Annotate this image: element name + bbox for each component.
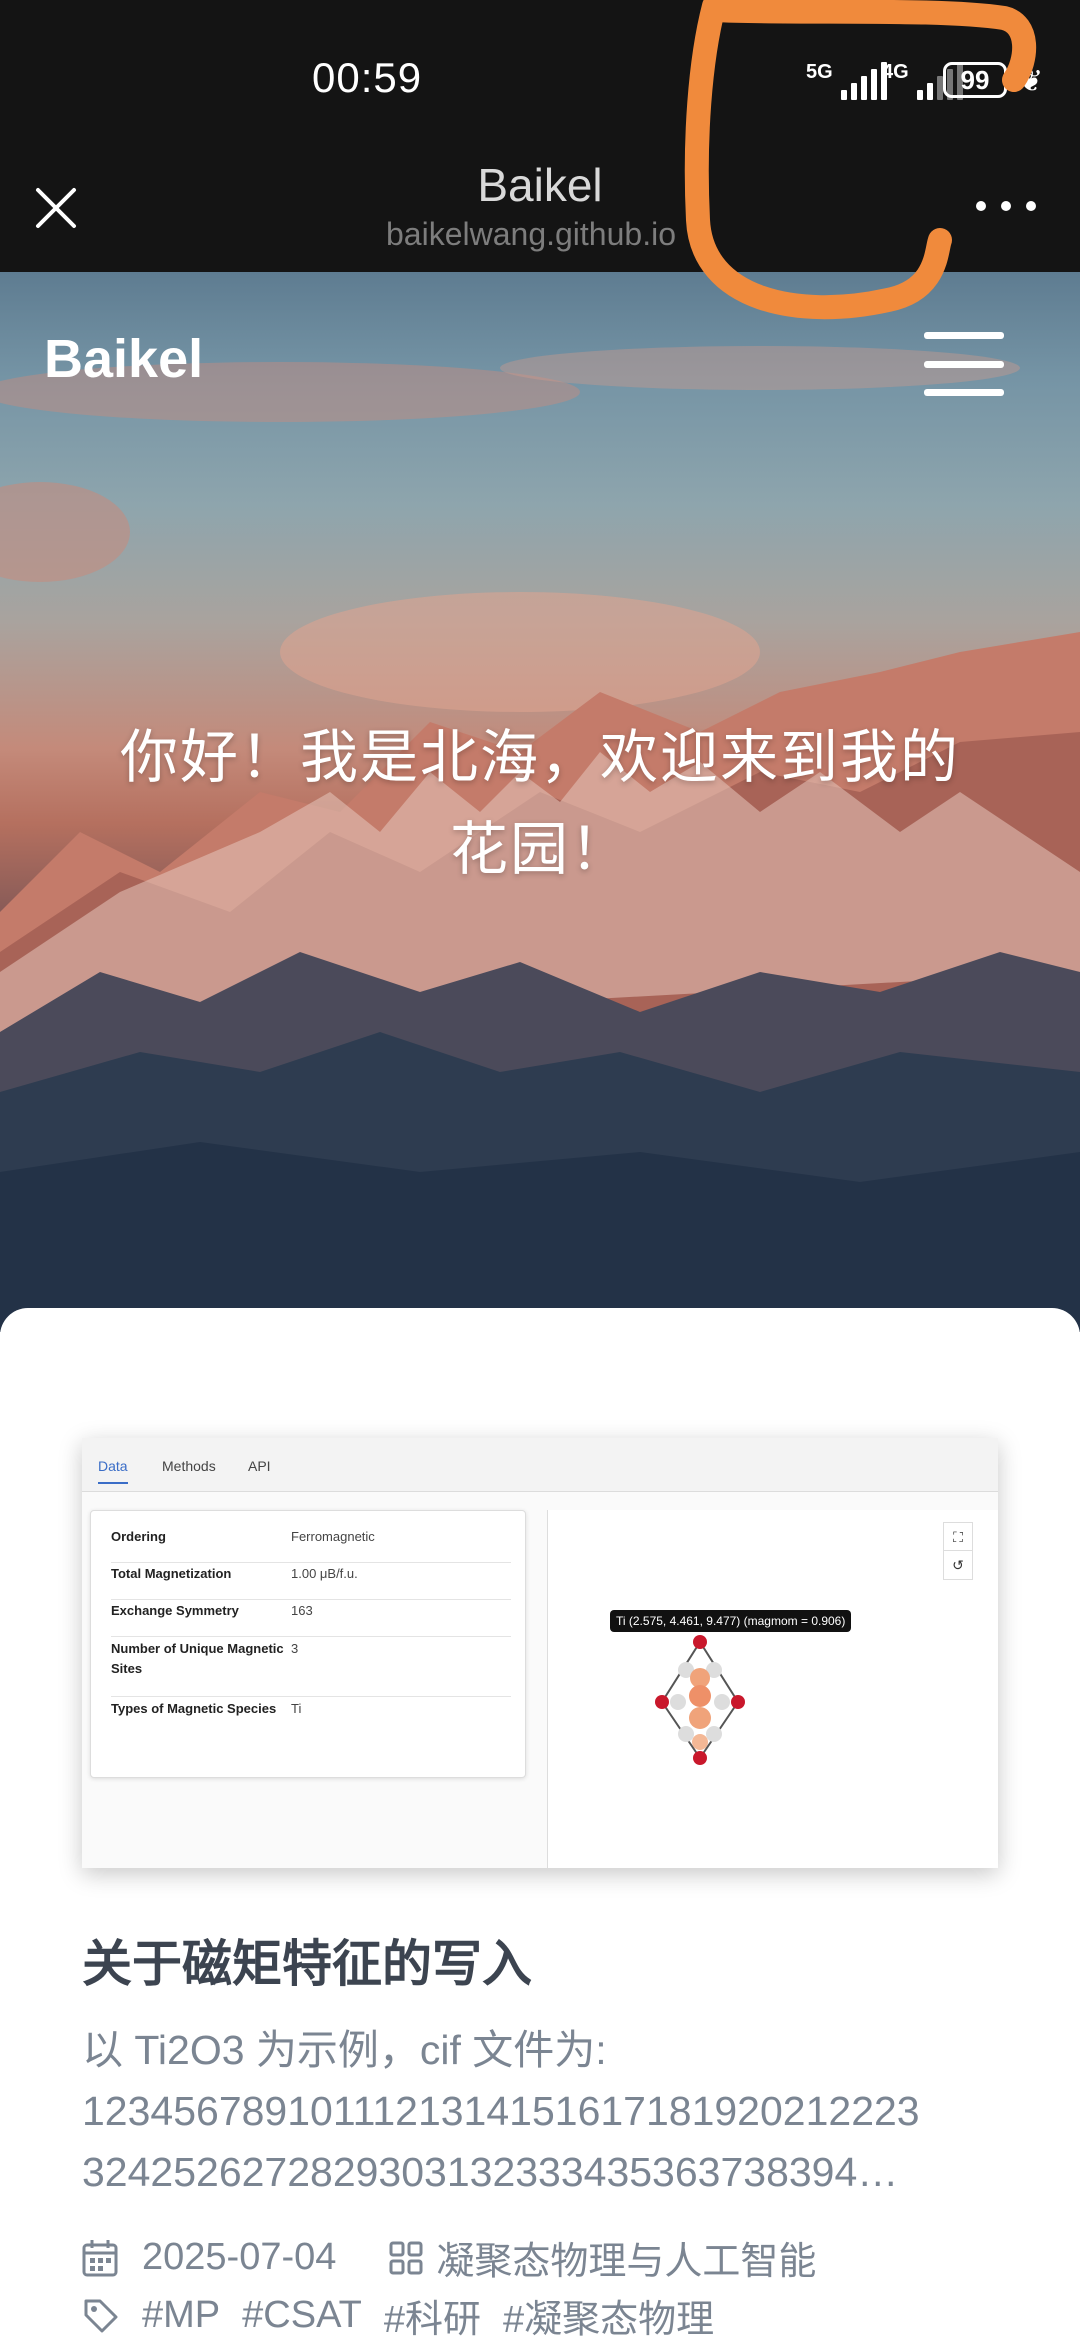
crystal-structure-viewer: ⛶ ↺ Ti (2.575, 4.461, 9.477) (magmom = 0… [547,1510,998,1868]
post-date: 2025-07-04 [142,2236,337,2278]
fullscreen-icon: ⛶ [943,1522,973,1552]
power-saving-leaf-icon: ❦ [1018,65,1044,98]
category-icon [389,2241,423,2274]
battery-tip [1010,72,1016,88]
site-brand-logo[interactable]: Baikel [44,328,203,390]
tag-link[interactable]: #MP [142,2294,220,2337]
crystal-model [655,1635,745,1765]
battery-icon: 99 [943,62,1007,98]
more-dots-icon [976,201,986,211]
table-row: Types of Magnetic Species Ti [111,1701,302,1716]
tag-link[interactable]: #CSAT [242,2294,362,2337]
atom-tooltip: Ti (2.575, 4.461, 9.477) (magmom = 0.906… [610,1610,852,1632]
calendar-icon [82,2239,118,2276]
tag-link[interactable]: #凝聚态物理 [503,2288,714,2340]
tab-methods: Methods [162,1458,216,1474]
reset-view-icon: ↺ [943,1550,973,1580]
tag-link[interactable]: #科研 [384,2288,481,2340]
status-time: 00:59 [312,54,423,101]
preview-tab-bar: Data Methods API [82,1438,998,1492]
post-preview-image[interactable]: Data Methods API Ordering Ferromagnetic … [82,1438,998,1868]
magnetic-properties-table: Ordering Ferromagnetic Total Magnetizati… [90,1510,526,1778]
tab-api: API [248,1458,271,1474]
tag-icon [84,2299,118,2332]
browser-top-bar: 00:59 5G 4G 99 ❦ Baikel baikelwang.githu… [0,0,1080,272]
table-row: Total Magnetization 1.00 μB/f.u. [111,1564,511,1600]
browser-url: baikelwang.github.io [386,216,676,252]
post-title[interactable]: 关于磁矩特征的写入 [82,1924,532,1996]
post-excerpt: 以 Ti2O3 为示例，cif 文件为: 1234567891011121314… [82,2027,920,2195]
post-meta-tags: #MP #CSAT #科研 #凝聚态物理 [82,2288,736,2340]
hamburger-menu-icon [924,332,1004,339]
tab-data: Data [98,1458,128,1484]
table-row: Ordering Ferromagnetic [111,1527,511,1563]
more-options-button[interactable] [976,196,1036,216]
browser-page-title: Baikel [477,159,603,211]
post-category-link[interactable]: 凝聚态物理与人工智能 [436,2230,816,2285]
post-meta-date-category: 2025-07-04 凝聚态物理与人工智能 [82,2230,816,2285]
hero-banner: Baikel 你好！我是北海，欢迎来到我的 花园！ [0,272,1080,1332]
hamburger-menu-button[interactable] [924,332,1004,396]
screen: 00:59 5G 4G 99 ❦ Baikel baikelwang.githu… [0,0,1080,2340]
hero-greeting: 你好！我是北海，欢迎来到我的 花园！ [119,725,960,882]
table-row: Exchange Symmetry 163 [111,1601,511,1637]
table-row: Number of Unique Magnetic Sites 3 [111,1639,511,1697]
signal-5g-icon: 5G [806,60,887,100]
post-card[interactable]: Data Methods API Ordering Ferromagnetic … [0,1308,1080,2340]
